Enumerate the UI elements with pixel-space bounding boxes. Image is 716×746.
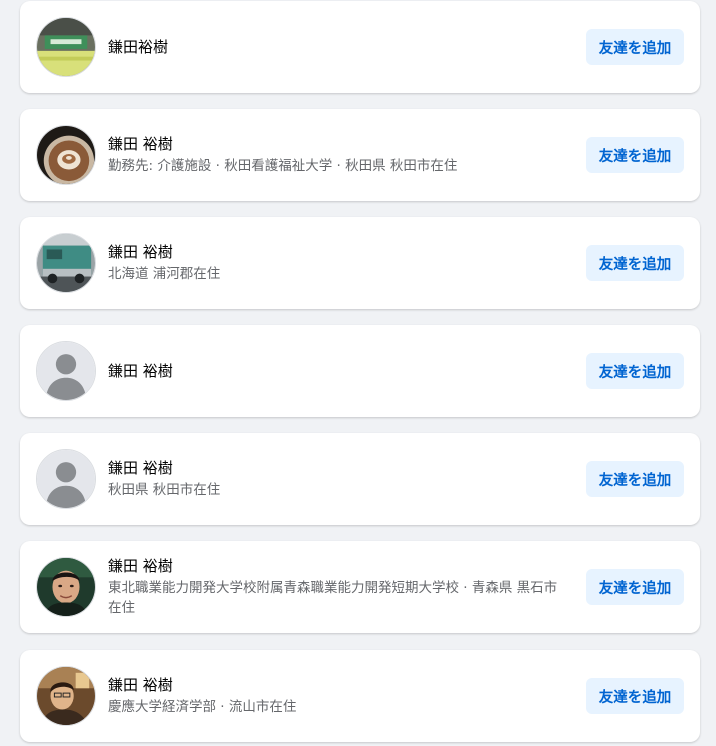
people-search-results: 鎌田裕樹 友達を追加 鎌田 裕樹 勤務先: 介護施設 · 秋田看護福祉大学 · … <box>0 0 716 746</box>
add-friend-button[interactable]: 友達を追加 <box>586 569 684 605</box>
profile-photo-avatar[interactable] <box>36 233 96 293</box>
add-friend-button[interactable]: 友達を追加 <box>586 353 684 389</box>
person-details: 東北職業能力開発大学校附属青森職業能力開発短期大学校 · 青森県 黒石市在住 <box>108 580 558 616</box>
profile-photo-avatar[interactable] <box>36 666 96 726</box>
person-details: 北海道 浦河郡在住 <box>108 266 221 282</box>
add-friend-button[interactable]: 友達を追加 <box>586 137 684 173</box>
person-name-link[interactable]: 鎌田裕樹 <box>108 37 568 57</box>
add-friend-button[interactable]: 友達を追加 <box>586 461 684 497</box>
default-avatar-icon[interactable] <box>36 341 96 401</box>
person-details: 慶應大学経済学部 · 流山市在住 <box>108 699 297 715</box>
person-result-card: 鎌田 裕樹 勤務先: 介護施設 · 秋田看護福祉大学 · 秋田県 秋田市在住 友… <box>20 109 700 201</box>
profile-photo-avatar[interactable] <box>36 17 96 77</box>
person-name-link[interactable]: 鎌田 裕樹 <box>108 458 568 478</box>
add-friend-button[interactable]: 友達を追加 <box>586 245 684 281</box>
person-result-card: 鎌田 裕樹 秋田県 秋田市在住 友達を追加 <box>20 433 700 525</box>
person-name-link[interactable]: 鎌田 裕樹 <box>108 556 568 576</box>
person-name-link[interactable]: 鎌田 裕樹 <box>108 361 568 381</box>
add-friend-button[interactable]: 友達を追加 <box>586 678 684 714</box>
person-details: 勤務先: 介護施設 · 秋田看護福祉大学 · 秋田県 秋田市在住 <box>108 158 458 174</box>
default-avatar-icon[interactable] <box>36 449 96 509</box>
person-name-link[interactable]: 鎌田 裕樹 <box>108 242 568 262</box>
person-result-card: 鎌田裕樹 友達を追加 <box>20 1 700 93</box>
person-result-card: 鎌田 裕樹 友達を追加 <box>20 325 700 417</box>
person-result-card: 鎌田 裕樹 北海道 浦河郡在住 友達を追加 <box>20 217 700 309</box>
person-result-card: 鎌田 裕樹 東北職業能力開発大学校附属青森職業能力開発短期大学校 · 青森県 黒… <box>20 541 700 633</box>
profile-photo-avatar[interactable] <box>36 557 96 617</box>
person-result-card: 鎌田 裕樹 慶應大学経済学部 · 流山市在住 友達を追加 <box>20 650 700 742</box>
person-name-link[interactable]: 鎌田 裕樹 <box>108 134 568 154</box>
add-friend-button[interactable]: 友達を追加 <box>586 29 684 65</box>
person-name-link[interactable]: 鎌田 裕樹 <box>108 675 568 695</box>
person-details: 秋田県 秋田市在住 <box>108 482 221 498</box>
profile-photo-avatar[interactable] <box>36 125 96 185</box>
